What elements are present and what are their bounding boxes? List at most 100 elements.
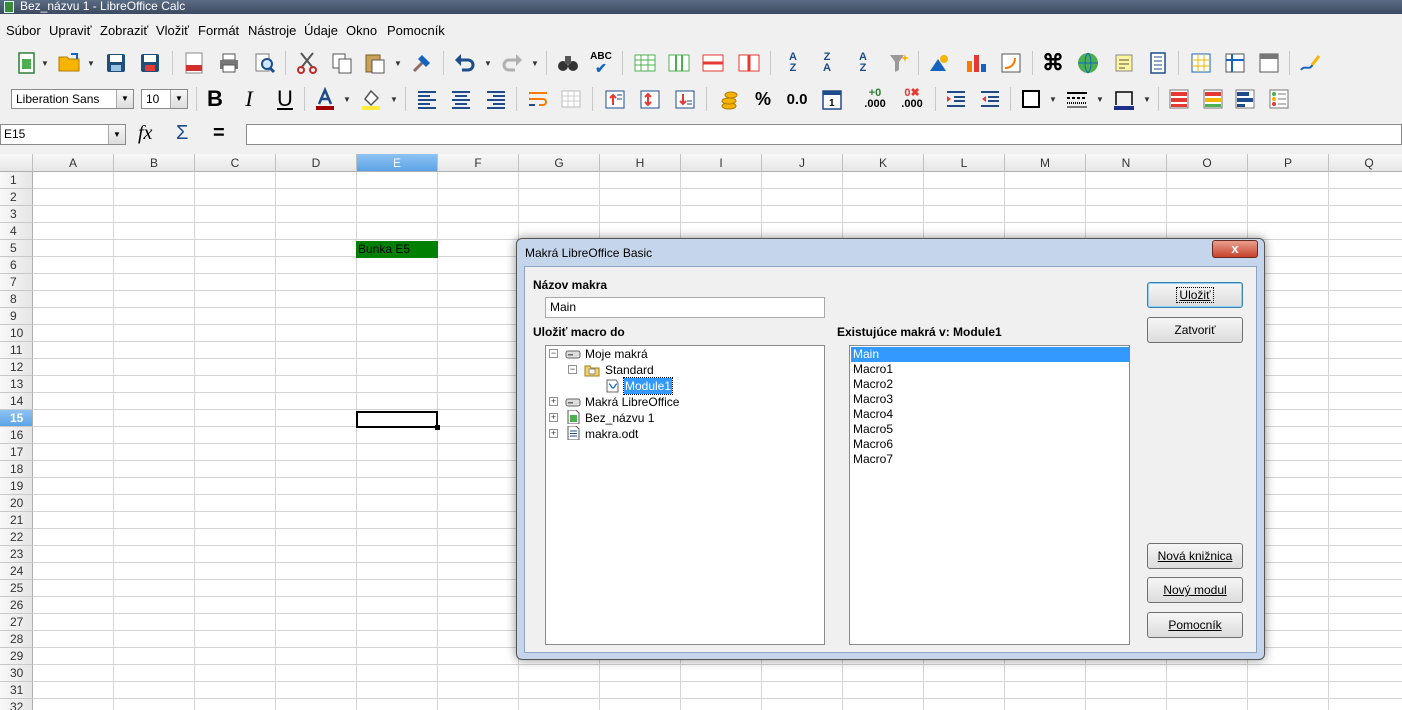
delete-decimal-place-icon[interactable]: 0✖ .000 — [899, 86, 925, 112]
currency-format-icon[interactable] — [716, 86, 742, 112]
pivot-table-icon[interactable] — [998, 50, 1024, 76]
align-top-icon[interactable] — [602, 86, 628, 112]
column-header[interactable]: H — [600, 154, 681, 172]
menu-tools[interactable]: Nástroje — [248, 23, 296, 38]
border-style-icon[interactable] — [1064, 86, 1090, 112]
background-color-dropdown-icon[interactable]: ▼ — [390, 86, 398, 112]
bold-button[interactable]: B — [202, 86, 228, 112]
row-header[interactable]: 28 — [0, 631, 33, 648]
row-header[interactable]: 32 — [0, 699, 33, 710]
collapse-icon[interactable]: − — [549, 349, 558, 358]
save-button[interactable]: Uložiť — [1147, 282, 1243, 308]
spelling-icon[interactable]: ABC ✔ — [588, 50, 614, 76]
font-name-dropdown-icon[interactable]: ▼ — [116, 90, 133, 108]
menu-insert[interactable]: Vložiť — [156, 23, 189, 38]
italic-button[interactable]: I — [236, 86, 262, 112]
number-format-button[interactable]: 0.0 — [784, 86, 810, 112]
insert-columns-icon[interactable] — [666, 50, 692, 76]
export-pdf-icon[interactable] — [181, 50, 207, 76]
sort-descending-icon[interactable]: Z A — [814, 50, 840, 76]
decrease-indent-icon[interactable] — [977, 86, 1003, 112]
copy-icon[interactable] — [329, 50, 355, 76]
name-box[interactable]: E15 ▼ — [0, 124, 126, 145]
macro-list-item[interactable]: Macro1 — [851, 362, 1130, 377]
row-header[interactable]: 24 — [0, 563, 33, 580]
align-left-icon[interactable] — [414, 86, 440, 112]
redo-dropdown-icon[interactable]: ▼ — [531, 50, 539, 76]
column-header[interactable]: J — [762, 154, 843, 172]
freeze-rows-columns-icon[interactable] — [1222, 50, 1248, 76]
row-header[interactable]: 18 — [0, 461, 33, 478]
column-header[interactable]: K — [843, 154, 924, 172]
row-header[interactable]: 10 — [0, 325, 33, 342]
data-bar-icon[interactable] — [1232, 86, 1258, 112]
macro-list-item[interactable]: Macro7 — [851, 452, 1130, 467]
increase-indent-icon[interactable] — [943, 86, 969, 112]
selected-cell-e15[interactable] — [356, 411, 440, 430]
menu-file[interactable]: Súbor — [6, 23, 41, 38]
row-header[interactable]: 22 — [0, 529, 33, 546]
select-all-corner[interactable] — [0, 154, 33, 172]
date-format-icon[interactable]: 1 — [819, 86, 845, 112]
row-header[interactable]: 9 — [0, 308, 33, 325]
menu-help[interactable]: Pomocník — [387, 23, 445, 38]
row-header[interactable]: 19 — [0, 478, 33, 495]
comment-icon[interactable] — [1111, 50, 1137, 76]
row-header[interactable]: 1 — [0, 172, 33, 189]
row-header[interactable]: 13 — [0, 376, 33, 393]
column-header[interactable]: M — [1005, 154, 1086, 172]
row-header[interactable]: 7 — [0, 274, 33, 291]
row-header[interactable]: 12 — [0, 359, 33, 376]
delete-columns-icon[interactable] — [736, 50, 762, 76]
hyperlink-icon[interactable] — [1075, 50, 1101, 76]
insert-image-icon[interactable] — [927, 50, 953, 76]
show-draw-functions-icon[interactable] — [1297, 50, 1323, 76]
macro-name-input[interactable]: Main — [545, 297, 825, 318]
row-header[interactable]: 6 — [0, 257, 33, 274]
dialog-close-button[interactable]: x — [1212, 240, 1258, 258]
row-header[interactable]: 16 — [0, 427, 33, 444]
insert-chart-icon[interactable] — [963, 50, 989, 76]
row-header[interactable]: 5 — [0, 240, 33, 257]
macro-list-item[interactable]: Macro6 — [851, 437, 1130, 452]
split-window-icon[interactable] — [1256, 50, 1282, 76]
clone-formatting-icon[interactable] — [409, 50, 435, 76]
macro-list-item[interactable]: Macro5 — [851, 422, 1130, 437]
autofill-handle[interactable] — [435, 425, 440, 430]
row-header[interactable]: 2 — [0, 189, 33, 206]
column-header[interactable]: D — [276, 154, 357, 172]
save-icon[interactable] — [103, 50, 129, 76]
undo-icon[interactable] — [452, 50, 478, 76]
headers-footers-icon[interactable] — [1145, 50, 1171, 76]
column-header[interactable]: P — [1248, 154, 1329, 172]
sort-icon[interactable]: AZ — [850, 50, 876, 76]
font-size-combo[interactable]: 10 ▼ — [141, 89, 188, 109]
expand-icon[interactable]: + — [549, 429, 558, 438]
row-header[interactable]: 26 — [0, 597, 33, 614]
border-color-dropdown-icon[interactable]: ▼ — [1143, 86, 1151, 112]
insert-rows-icon[interactable] — [632, 50, 658, 76]
cell-e5[interactable]: Bunka E5 — [356, 241, 438, 258]
row-header[interactable]: 29 — [0, 648, 33, 665]
column-header[interactable]: F — [438, 154, 519, 172]
column-header[interactable]: A — [33, 154, 114, 172]
font-color-dropdown-icon[interactable]: ▼ — [343, 86, 351, 112]
wrap-text-icon[interactable] — [525, 86, 551, 112]
menu-format[interactable]: Formát — [198, 23, 239, 38]
new-library-button[interactable]: Nová knižnica — [1147, 543, 1243, 569]
color-scale-icon[interactable] — [1200, 86, 1226, 112]
border-style-dropdown-icon[interactable]: ▼ — [1096, 86, 1104, 112]
undo-dropdown-icon[interactable]: ▼ — [484, 50, 492, 76]
macro-list-item[interactable]: Macro4 — [851, 407, 1130, 422]
menu-data[interactable]: Údaje — [304, 23, 338, 38]
borders-dropdown-icon[interactable]: ▼ — [1049, 86, 1057, 112]
conditional-format-icon[interactable] — [1166, 86, 1192, 112]
column-header[interactable]: N — [1086, 154, 1167, 172]
sort-ascending-icon[interactable]: A Z — [780, 50, 806, 76]
merge-cells-icon[interactable] — [558, 86, 584, 112]
row-header[interactable]: 30 — [0, 665, 33, 682]
row-header[interactable]: 3 — [0, 206, 33, 223]
print-icon[interactable] — [216, 50, 242, 76]
row-header[interactable]: 23 — [0, 546, 33, 563]
define-print-area-icon[interactable] — [1188, 50, 1214, 76]
